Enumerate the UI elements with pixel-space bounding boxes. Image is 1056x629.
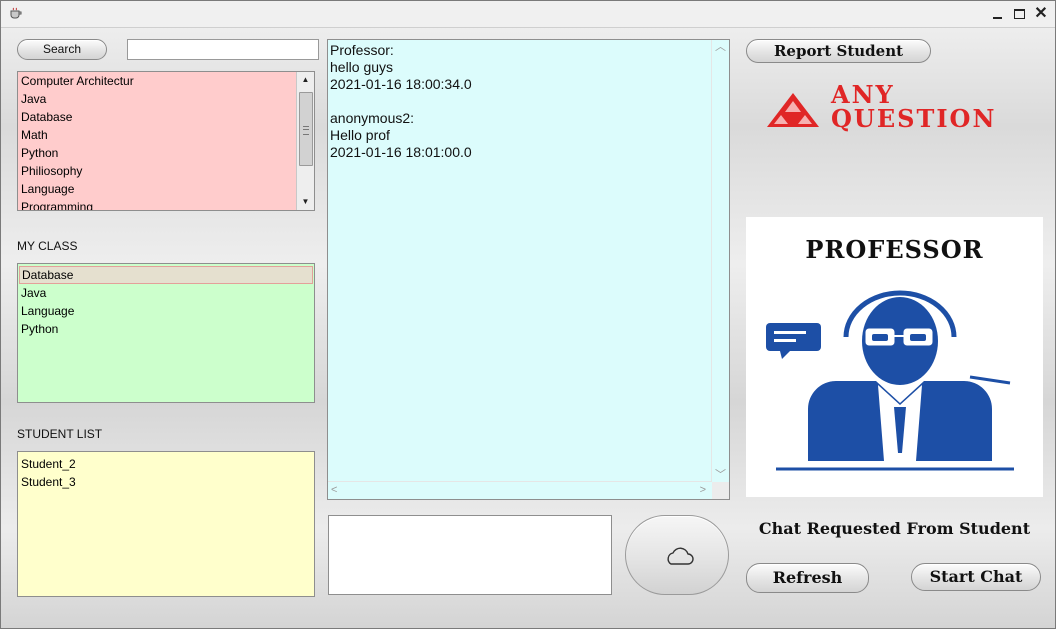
refresh-button[interactable]: Refresh (746, 563, 869, 593)
my-class-item[interactable]: Database (19, 266, 313, 284)
minimize-button[interactable] (987, 4, 1007, 24)
course-list-item[interactable]: Java (18, 90, 314, 108)
my-class-item[interactable]: Python (18, 320, 314, 338)
student-list-item[interactable]: Student_2 (18, 455, 314, 473)
course-list-item[interactable]: Database (18, 108, 314, 126)
maximize-button[interactable] (1009, 4, 1029, 24)
chat-vertical-scrollbar[interactable]: ︿ ﹀ (711, 40, 729, 482)
chat-request-label: Chat Requested From Student (758, 519, 1031, 538)
start-chat-button[interactable]: Start Chat (911, 563, 1041, 591)
report-student-button[interactable]: Report Student (746, 39, 931, 63)
course-list-item[interactable]: Computer Architectur (18, 72, 314, 90)
grip-icon (303, 126, 309, 135)
course-list-items: Computer Architectur Java Database Math Pyth… (18, 72, 314, 210)
close-button[interactable]: ✕ (1031, 4, 1051, 24)
my-class-item[interactable]: Java (18, 284, 314, 302)
chat-text: Professor: hello guys 2021-01-16 18:00:3… (330, 42, 472, 160)
course-list-item[interactable]: Programming (18, 198, 314, 210)
professor-card: PROFESSOR (746, 217, 1043, 497)
my-class-label: MY CLASS (17, 239, 78, 253)
triangle-logo-icon (767, 93, 819, 127)
chevron-left-icon[interactable]: < (331, 484, 337, 496)
my-class-list-items: Database Java Language Python (18, 266, 314, 338)
my-class-list[interactable]: Database Java Language Python (17, 263, 315, 403)
course-list-item[interactable]: Philiosophy (18, 162, 314, 180)
professor-avatar-icon (766, 290, 1014, 471)
message-input[interactable] (328, 515, 612, 595)
coffee-cup-icon (10, 7, 22, 19)
send-button[interactable] (625, 515, 729, 595)
chevron-up-icon[interactable]: ︿ (715, 41, 726, 53)
search-button[interactable]: Search (17, 39, 107, 60)
app-window: ✕ Search Computer Architectur Java Databas… (0, 0, 1056, 629)
scroll-down-arrow-icon[interactable]: ▼ (297, 194, 314, 210)
logo-line-2: QUESTION (831, 104, 997, 133)
title-bar: ✕ (1, 1, 1055, 28)
course-list-item[interactable]: Language (18, 180, 314, 198)
course-list-item[interactable]: Python (18, 144, 314, 162)
chevron-down-icon[interactable]: ﹀ (715, 469, 726, 481)
course-list-item[interactable]: Math (18, 126, 314, 144)
scroll-corner (712, 482, 729, 499)
cloud-icon (667, 547, 694, 565)
chat-transcript[interactable]: Professor: hello guys 2021-01-16 18:00:3… (327, 39, 730, 500)
maximize-icon (1013, 9, 1025, 19)
professor-title: PROFESSOR (805, 235, 984, 264)
my-class-item[interactable]: Language (18, 302, 314, 320)
student-list-items: Student_2 Student_3 (18, 452, 314, 491)
chat-horizontal-scrollbar[interactable]: < > (328, 481, 712, 499)
scroll-up-arrow-icon[interactable]: ▲ (297, 72, 314, 88)
course-list-scrollbar[interactable]: ▲ ▼ (296, 72, 314, 210)
scroll-thumb[interactable] (299, 92, 313, 166)
student-list-label: STUDENT LIST (17, 427, 103, 441)
chevron-right-icon[interactable]: > (700, 484, 706, 496)
student-list[interactable]: Student_2 Student_3 (17, 451, 315, 597)
student-list-item[interactable]: Student_3 (18, 473, 314, 491)
search-input[interactable] (127, 39, 319, 60)
minimize-icon (992, 17, 1002, 19)
any-question-logo: ANY QUESTION (767, 83, 1039, 135)
course-list[interactable]: Computer Architectur Java Database Math Pyth… (17, 71, 315, 211)
